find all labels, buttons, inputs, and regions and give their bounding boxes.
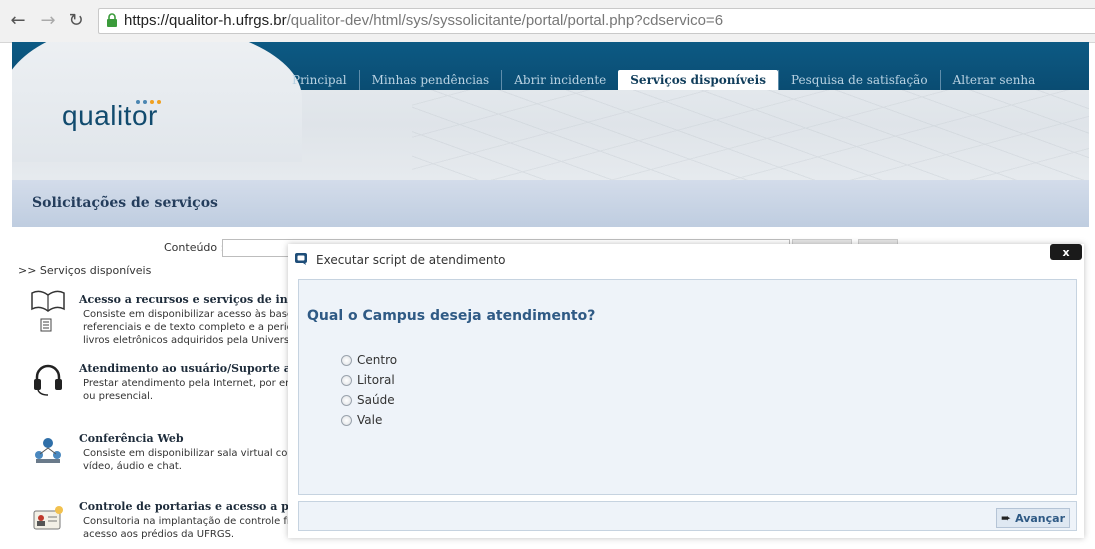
radio-button[interactable] [341, 414, 352, 426]
url-text: https://qualitor-h.ufrgs.br/qualitor-dev… [124, 12, 723, 29]
book-icon [30, 290, 66, 332]
dialog-body: Qual o Campus deseja atendimento? Centro… [298, 279, 1077, 495]
title-bar: Solicitações de serviços [12, 180, 1089, 227]
header-decoration [412, 90, 1089, 180]
option-centro[interactable]: Centro [341, 350, 397, 370]
next-button[interactable]: ➨ Avançar [996, 508, 1070, 528]
option-vale[interactable]: Vale [341, 410, 397, 430]
next-label: Avançar [1015, 511, 1065, 525]
service-description: Prestar atendimento pela Internet, por e… [83, 378, 295, 402]
option-label: Saúde [357, 393, 395, 407]
radio-button[interactable] [341, 394, 352, 406]
url-path: /qualitor-dev/html/sys/syssolicitante/po… [286, 12, 724, 29]
dialog-title: Executar script de atendimento [316, 253, 506, 267]
service-description: Consiste em disponibilizar acesso às bas… [83, 309, 300, 346]
option-litoral[interactable]: Litoral [341, 370, 397, 390]
nav-item[interactable]: Principal [280, 70, 359, 90]
chat-icon [295, 253, 307, 265]
option-label: Litoral [357, 373, 395, 387]
arrow-right-icon: ➨ [1001, 511, 1012, 525]
option-saude[interactable]: Saúde [341, 390, 397, 410]
service-description: Consiste em disponibilizar sala virtual … [83, 448, 298, 472]
dialog-footer: ➨ Avançar [298, 501, 1077, 531]
site-header: Principal Minhas pendências Abrir incident… [12, 42, 1089, 180]
dialog-header: Executar script de atendimento x [288, 244, 1084, 276]
nav-item[interactable]: Alterar senha [939, 70, 1048, 90]
breadcrumb[interactable]: >> Serviços disponíveis [18, 264, 151, 277]
script-dialog: Executar script de atendimento x Qual o … [288, 244, 1084, 538]
id-card-icon [30, 500, 66, 536]
service-description: Consultoria na implantação de controle f… [83, 516, 295, 540]
radio-button[interactable] [341, 374, 352, 386]
main-nav: Principal Minhas pendências Abrir incident… [280, 70, 1047, 90]
radio-button[interactable] [341, 354, 352, 366]
nav-item[interactable]: Serviços disponíveis [618, 70, 778, 90]
lock-icon [107, 13, 117, 27]
option-label: Centro [357, 353, 398, 367]
search-label: Conteúdo : [164, 241, 225, 254]
url-host: https://qualitor-h.ufrgs.br [124, 12, 287, 29]
forward-arrow-icon[interactable]: → [38, 10, 58, 31]
logo-dots [136, 100, 161, 104]
close-button[interactable]: x [1050, 244, 1082, 260]
nav-item[interactable]: Abrir incidente [501, 70, 618, 90]
service-title[interactable]: Acesso a recursos e serviços de infor [79, 293, 306, 306]
headset-icon [30, 362, 66, 398]
network-icon [30, 432, 66, 468]
service-title[interactable]: Conferência Web [79, 432, 184, 445]
campus-options: Centro Litoral Saúde Vale [341, 350, 397, 430]
reload-icon[interactable]: ↻ [66, 10, 86, 31]
back-arrow-icon[interactable]: ← [8, 10, 28, 31]
nav-item[interactable]: Pesquisa de satisfação [777, 70, 940, 90]
service-title[interactable]: Atendimento ao usuário/Suporte ao u [79, 362, 310, 375]
page-title: Solicitações de serviços [32, 195, 218, 211]
qualitor-logo[interactable]: qualitor [62, 100, 158, 132]
question-text: Qual o Campus deseja atendimento? [307, 308, 596, 324]
service-title[interactable]: Controle de portarias e acesso a préd [79, 500, 309, 513]
browser-toolbar: ← → ↻ https://qualitor-h.ufrgs.br/qualit… [0, 0, 1095, 43]
option-label: Vale [357, 413, 383, 427]
nav-item[interactable]: Minhas pendências [358, 70, 502, 90]
